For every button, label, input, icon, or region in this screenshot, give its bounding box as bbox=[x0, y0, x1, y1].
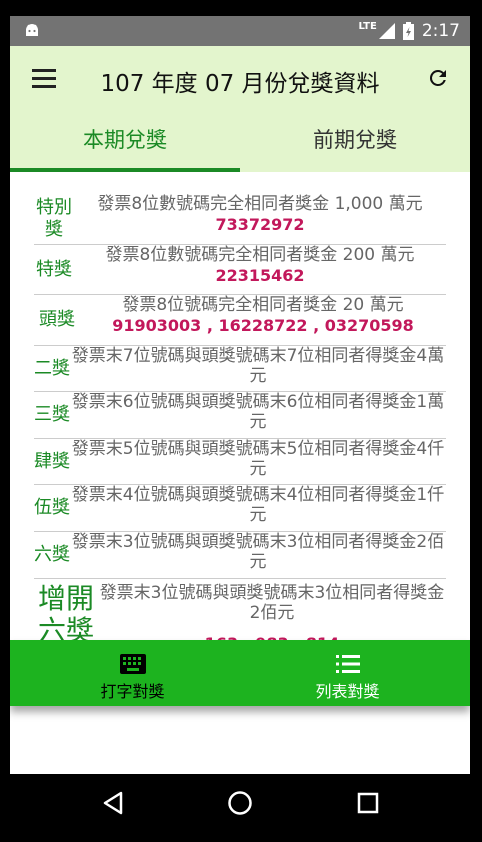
prize-label: 特獎 bbox=[36, 258, 72, 280]
clock: 2:17 bbox=[421, 21, 460, 41]
prize-description: 發票8位數號碼完全相同者獎金 1,000 萬元 bbox=[97, 194, 423, 214]
prize-description: 發票末3位號碼與頭獎號碼末3位相同者得獎金2佰元 bbox=[71, 532, 445, 572]
battery-icon bbox=[402, 22, 414, 40]
prize-numbers: 22315462 bbox=[215, 266, 305, 285]
tab-previous-period[interactable]: 前期兌獎 bbox=[240, 112, 470, 172]
app-bar: 107 年度 07 月份兌獎資料 bbox=[10, 46, 470, 112]
prize-row-fifth: 伍獎 發票末4位號碼與頭獎號碼末4位相同者得獎金1仟元 bbox=[34, 485, 446, 532]
prize-description: 發票末5位號碼與頭獎號碼末5位相同者得獎金4仟元 bbox=[71, 439, 445, 479]
prize-description: 發票末7位號碼與頭獎號碼末7位相同者得獎金4萬元 bbox=[71, 346, 445, 386]
signal-icon bbox=[378, 23, 395, 39]
prize-label: 頭獎 bbox=[39, 309, 75, 330]
list-icon bbox=[335, 655, 360, 673]
prize-row-fourth: 肆獎 發票末5位號碼與頭獎號碼末5位相同者得獎金4仟元 bbox=[34, 439, 446, 485]
prize-description: 發票8位數號碼完全相同者獎金 200 萬元 bbox=[105, 245, 415, 265]
app-screen: LTE 2:17 107 年度 07 月份兌獎資料 本期兌獎 前期兌獎 特別獎 … bbox=[10, 16, 470, 774]
bottom-action-bar: 打字對獎 列表對獎 bbox=[10, 640, 470, 706]
active-tab-indicator bbox=[10, 168, 240, 172]
prize-label: 肆獎 bbox=[34, 450, 70, 472]
system-nav-bar bbox=[0, 774, 482, 842]
status-bar: LTE 2:17 bbox=[10, 16, 470, 46]
prize-list: 特別獎 發票8位數號碼完全相同者獎金 1,000 萬元 73372972 特獎 發… bbox=[34, 194, 446, 659]
prize-label: 特別獎 bbox=[36, 197, 72, 240]
back-icon[interactable] bbox=[100, 790, 126, 816]
prize-row-first: 頭獎 發票8位號碼完全相同者獎金 20 萬元 91903003 , 1622872… bbox=[34, 295, 446, 346]
refresh-icon[interactable] bbox=[426, 66, 450, 90]
prize-label: 伍獎 bbox=[34, 497, 70, 518]
prize-row-third: 三獎 發票末6位號碼與頭獎號碼末6位相同者得獎金1萬元 bbox=[34, 392, 446, 439]
network-type-label: LTE bbox=[358, 20, 377, 32]
prize-label: 六獎 bbox=[34, 544, 70, 565]
prize-description: 發票末4位號碼與頭獎號碼末4位相同者得獎金1仟元 bbox=[71, 485, 445, 525]
list-check-label: 列表對獎 bbox=[315, 682, 380, 701]
keyboard-icon bbox=[119, 654, 146, 674]
prize-row-special: 特別獎 發票8位數號碼完全相同者獎金 1,000 萬元 73372972 bbox=[34, 194, 446, 245]
android-icon bbox=[26, 24, 38, 36]
prize-numbers: 91903003 , 16228722 , 03270598 bbox=[112, 316, 414, 335]
prize-row-grand: 特獎 發票8位數號碼完全相同者獎金 200 萬元 22315462 bbox=[34, 245, 446, 295]
tab-bar: 本期兌獎 前期兌獎 bbox=[10, 112, 470, 172]
prize-row-second: 二獎 發票末7位號碼與頭獎號碼末7位相同者得獎金4萬元 bbox=[34, 346, 446, 392]
prize-numbers: 73372972 bbox=[215, 215, 305, 234]
prize-label: 三獎 bbox=[34, 404, 70, 425]
recents-icon[interactable] bbox=[355, 790, 381, 816]
typing-check-button[interactable]: 打字對獎 bbox=[70, 640, 195, 706]
prize-row-sixth: 六獎 發票末3位號碼與頭獎號碼末3位相同者得獎金2佰元 bbox=[34, 532, 446, 579]
list-check-button[interactable]: 列表對獎 bbox=[280, 640, 415, 706]
typing-check-label: 打字對獎 bbox=[100, 682, 165, 701]
home-icon[interactable] bbox=[227, 790, 253, 816]
prize-description: 發票末6位號碼與頭獎號碼末6位相同者得獎金1萬元 bbox=[71, 392, 445, 432]
prize-label: 二獎 bbox=[34, 357, 70, 379]
prize-description: 發票末3位號碼與頭獎號碼末3位相同者得獎金2佰元 bbox=[99, 583, 445, 623]
page-title: 107 年度 07 月份兌獎資料 bbox=[100, 71, 380, 97]
prize-description: 發票8位號碼完全相同者獎金 20 萬元 bbox=[122, 295, 404, 315]
tab-current-period[interactable]: 本期兌獎 bbox=[10, 112, 240, 172]
